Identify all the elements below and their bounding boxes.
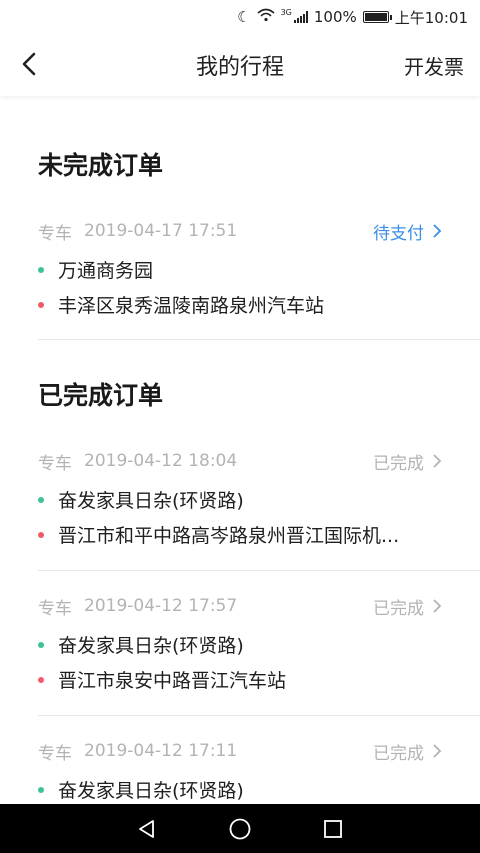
divider (38, 715, 480, 716)
incomplete-section-title: 未完成订单 (38, 151, 164, 180)
start-dot-icon (38, 786, 44, 793)
order-meta: 专车 2019-04-12 17:57 已完成 (38, 594, 442, 619)
battery-level: 100% (313, 8, 357, 26)
order-card-completed[interactable]: 专车 2019-04-12 17:11 已完成 奋发家具日杂(环贤路) (38, 739, 480, 804)
order-card-pending[interactable]: 专车 2019-04-17 17:51 待支付 万通商务园 丰泽区泉秀温陵南路泉… (38, 219, 480, 339)
order-end-address: 晋江市泉安中路晋江汽车站 (38, 666, 442, 693)
chevron-right-icon (433, 744, 442, 758)
nav-recents-button[interactable] (320, 816, 346, 842)
order-status-label: 已完成 (373, 453, 424, 474)
start-address-text: 奋发家具日杂(环贤路) (58, 635, 244, 657)
order-type: 专车 (38, 453, 72, 474)
chevron-right-icon (433, 224, 442, 238)
start-address-text: 万通商务园 (58, 260, 154, 282)
page-title: 我的行程 (195, 55, 284, 80)
end-dot-icon (38, 676, 44, 683)
order-status-completed[interactable]: 已完成 (373, 739, 442, 764)
order-card-completed[interactable]: 专车 2019-04-12 18:04 已完成 奋发家具日杂(环贤路) 晋江市和… (38, 449, 480, 569)
order-meta: 专车 2019-04-12 17:11 已完成 (38, 739, 442, 764)
order-end-address: 丰泽区泉秀温陵南路泉州汽车站 (38, 291, 442, 318)
order-start-address: 奋发家具日杂(环贤路) (38, 776, 442, 803)
nav-back-button[interactable] (134, 816, 160, 842)
order-status-label: 待支付 (373, 223, 424, 244)
end-dot-icon (38, 531, 44, 538)
divider (38, 339, 480, 340)
start-address-text: 奋发家具日杂(环贤路) (58, 490, 244, 512)
triangle-back-icon (138, 819, 154, 838)
network-type: 3G (280, 8, 292, 17)
trip-list[interactable]: 未完成订单 专车 2019-04-17 17:51 待支付 万通商务园 丰泽区泉… (0, 96, 480, 804)
order-start-address: 奋发家具日杂(环贤路) (38, 486, 442, 513)
app-header: 我的行程 开发票 (0, 34, 480, 96)
signal-icon (293, 11, 308, 23)
end-address-text: 晋江市泉安中路晋江汽车站 (58, 670, 287, 692)
chevron-left-icon (22, 52, 36, 76)
order-status-pending[interactable]: 待支付 (373, 219, 442, 244)
clock: 上午10:01 (394, 8, 468, 27)
end-address-text: 晋江市和平中路高岑路泉州晋江国际机... (58, 525, 400, 547)
moon-icon: ☾ (237, 8, 251, 26)
order-status-completed[interactable]: 已完成 (373, 594, 442, 619)
end-dot-icon (38, 301, 44, 308)
square-recents-icon (324, 819, 343, 838)
order-start-address: 万通商务园 (38, 256, 442, 283)
order-type: 专车 (38, 223, 72, 244)
order-status-label: 已完成 (373, 743, 424, 764)
wifi-icon (257, 8, 275, 26)
end-address-text: 丰泽区泉秀温陵南路泉州汽车站 (58, 295, 325, 317)
back-button[interactable] (16, 50, 44, 78)
battery-icon (362, 11, 392, 23)
order-status-label: 已完成 (373, 598, 424, 619)
complete-section-title: 已完成订单 (38, 381, 164, 410)
order-start-address: 奋发家具日杂(环贤路) (38, 631, 442, 658)
divider (38, 570, 480, 571)
order-end-address: 晋江市和平中路高岑路泉州晋江国际机... (38, 521, 442, 548)
nav-home-button[interactable] (227, 816, 253, 842)
system-nav-bar (0, 804, 480, 853)
order-card-completed[interactable]: 专车 2019-04-12 17:57 已完成 奋发家具日杂(环贤路) 晋江市泉… (38, 594, 480, 714)
order-datetime: 2019-04-12 18:04 (84, 451, 238, 471)
order-status-completed[interactable]: 已完成 (373, 449, 442, 474)
start-dot-icon (38, 641, 44, 648)
order-datetime: 2019-04-12 17:11 (84, 741, 238, 761)
order-datetime: 2019-04-17 17:51 (84, 221, 238, 241)
order-type: 专车 (38, 743, 72, 764)
status-bar: ☾ 3G 100% 上午10:01 (0, 0, 480, 34)
chevron-right-icon (433, 454, 442, 468)
start-dot-icon (38, 496, 44, 503)
order-meta: 专车 2019-04-17 17:51 待支付 (38, 219, 442, 244)
order-meta: 专车 2019-04-12 18:04 已完成 (38, 449, 442, 474)
order-type: 专车 (38, 598, 72, 619)
circle-home-icon (229, 818, 251, 839)
chevron-right-icon (433, 599, 442, 613)
start-address-text: 奋发家具日杂(环贤路) (58, 780, 244, 802)
start-dot-icon (38, 266, 44, 273)
invoice-button[interactable]: 开发票 (404, 51, 464, 80)
order-datetime: 2019-04-12 17:57 (84, 596, 238, 616)
